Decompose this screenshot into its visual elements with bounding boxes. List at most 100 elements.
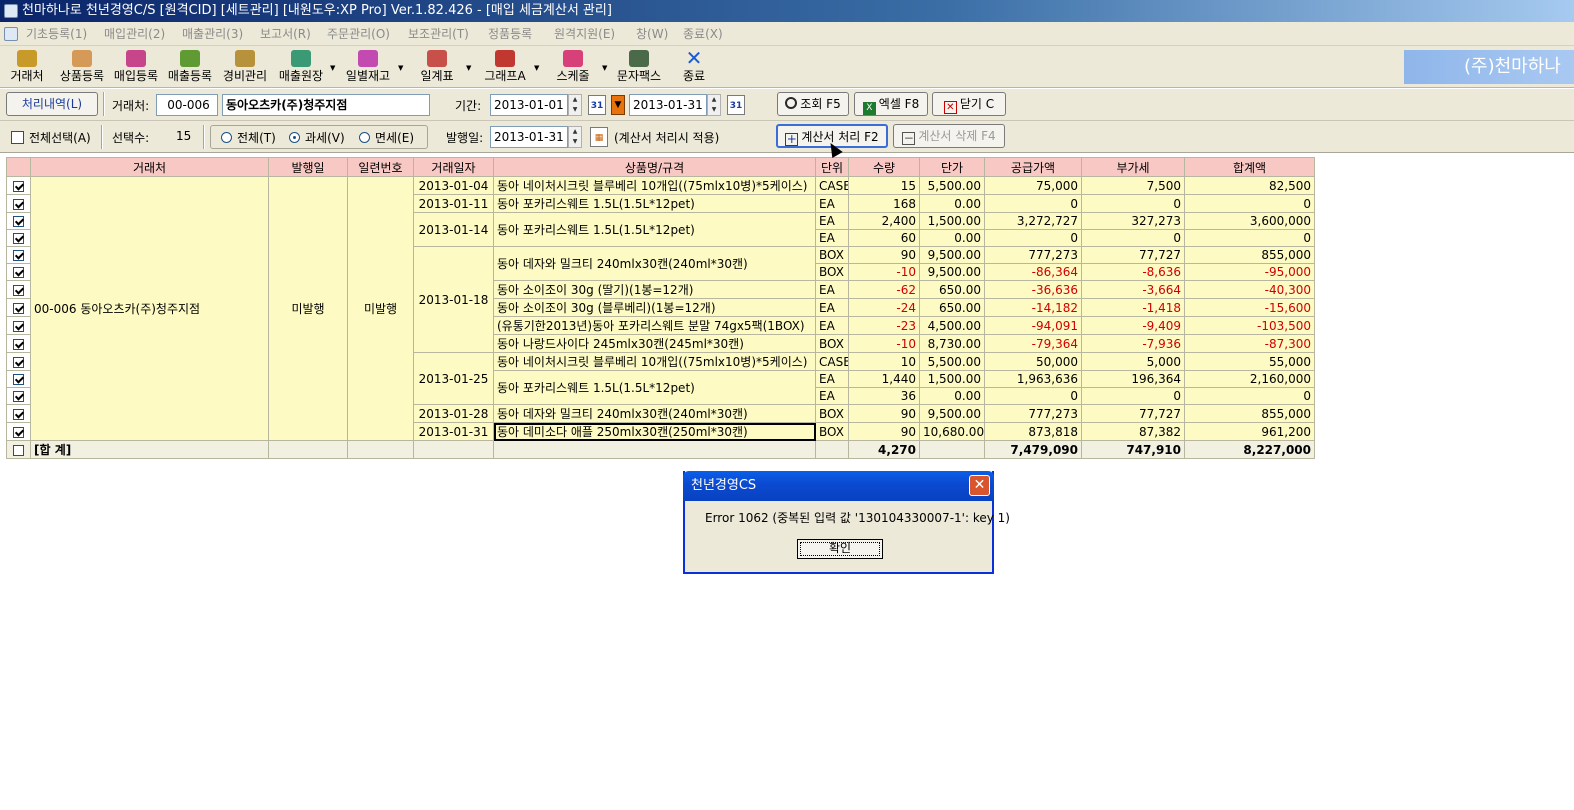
menu-item-remote[interactable]: 원격지원(E) (554, 22, 615, 46)
row-checkbox[interactable] (6, 194, 31, 213)
radio-all-label[interactable]: 전체(T) (237, 129, 276, 146)
history-button[interactable]: 처리내역(L) (6, 92, 98, 116)
column-header[interactable] (6, 157, 31, 177)
ok-button[interactable]: 확인 (797, 539, 883, 559)
checkbox-checked[interactable] (13, 374, 24, 385)
column-header[interactable]: 단가 (919, 157, 985, 177)
radio-taxable-label[interactable]: 과세(V) (305, 129, 345, 146)
menu-item-register[interactable]: 정품등록 (488, 22, 532, 46)
checkbox-checked[interactable] (13, 338, 24, 350)
row-checkbox[interactable] (6, 229, 31, 247)
menu-app-icon[interactable] (4, 27, 18, 41)
row-checkbox[interactable] (6, 422, 31, 441)
calendar-icon[interactable]: 31 (588, 95, 606, 115)
menu-item-window[interactable]: 창(W) (636, 22, 668, 46)
date-from-field[interactable]: 2013-01-01 (490, 94, 568, 116)
row-checkbox[interactable] (6, 298, 31, 317)
column-header[interactable]: 단위 (815, 157, 849, 177)
date-to-field[interactable]: 2013-01-31 (629, 94, 707, 116)
radio-exempt-label[interactable]: 면세(E) (375, 129, 414, 146)
vendor-code-field[interactable]: 00-006 (156, 94, 218, 116)
row-checkbox[interactable] (6, 440, 31, 459)
row-checkbox[interactable] (6, 387, 31, 405)
row-checkbox[interactable] (6, 246, 31, 264)
checkbox-checked[interactable] (13, 180, 24, 192)
checkbox-checked[interactable] (13, 267, 24, 278)
row-checkbox[interactable] (6, 263, 31, 281)
menu-item-sales[interactable]: 매출관리(3) (182, 22, 243, 46)
row-checkbox[interactable] (6, 352, 31, 371)
daily-stock-button[interactable]: 일별재고 (340, 48, 396, 86)
sales-ledger-dropdown-icon[interactable]: ▼ (330, 64, 335, 72)
search-button[interactable]: 조회 F5 (777, 92, 849, 116)
table-row[interactable]: 00-006 동아오츠카(주)청주지점 미발행 미발행 2013-01-04 동… (6, 176, 1315, 441)
menu-item-order[interactable]: 주문관리(O) (327, 22, 390, 46)
radio-taxable[interactable] (289, 132, 300, 143)
issue-date-field[interactable]: 2013-01-31 (490, 126, 568, 148)
column-header[interactable]: 상품명/규격 (493, 157, 816, 177)
checkbox-checked[interactable] (13, 216, 24, 227)
menu-item-basic[interactable]: 기초등록(1) (26, 22, 87, 46)
sms-fax-button[interactable]: 문자팩스 (612, 48, 666, 86)
daily-report-button[interactable]: 일계표 (410, 48, 464, 86)
graph-button[interactable]: 그래프A (478, 48, 532, 86)
close-button[interactable]: ✕ 닫기 C (932, 92, 1006, 116)
checkbox-unchecked[interactable] (13, 444, 24, 456)
checkbox-checked[interactable] (13, 356, 24, 368)
range-arrow-icon[interactable]: ▼ (611, 95, 625, 115)
vendor-button[interactable]: 거래처 (6, 48, 48, 86)
checkbox-checked[interactable] (13, 233, 24, 244)
schedule-button[interactable]: 스케줄 (546, 48, 600, 86)
issue-date-spinner[interactable]: ▲ ▼ (568, 126, 582, 148)
column-header[interactable]: 공급가액 (984, 157, 1082, 177)
sales-register-button[interactable]: 매출등록 (164, 48, 216, 86)
radio-exempt[interactable] (359, 132, 370, 143)
calendar-icon[interactable]: ▦ (590, 127, 608, 147)
purchase-register-button[interactable]: 매입등록 (110, 48, 162, 86)
date-from-spinner[interactable]: ▲ ▼ (568, 94, 582, 116)
row-checkbox[interactable] (6, 316, 31, 335)
product-cell-selected[interactable]: 동아 데미소다 애플 250mlx30캔(250ml*30캔) (493, 422, 816, 441)
column-header[interactable]: 합계액 (1184, 157, 1315, 177)
checkbox-checked[interactable] (13, 250, 24, 261)
select-all-label[interactable]: 전체선택(A) (29, 129, 91, 146)
sales-ledger-button[interactable]: 매출원장 (274, 48, 328, 86)
checkbox-checked[interactable] (13, 426, 24, 438)
column-header[interactable]: 거래일자 (413, 157, 494, 177)
column-header[interactable]: 발행일 (268, 157, 348, 177)
row-checkbox[interactable] (6, 280, 31, 299)
checkbox-checked[interactable] (13, 408, 24, 420)
row-checkbox[interactable] (6, 370, 31, 388)
checkbox-checked[interactable] (13, 302, 24, 314)
product-register-button[interactable]: 상품등록 (56, 48, 108, 86)
checkbox-checked[interactable] (13, 284, 24, 296)
date-to-spinner[interactable]: ▲ ▼ (707, 94, 721, 116)
daily-stock-dropdown-icon[interactable]: ▼ (398, 64, 403, 72)
column-header[interactable]: 부가세 (1081, 157, 1185, 177)
expense-button[interactable]: 경비관리 (218, 48, 272, 86)
row-checkbox[interactable] (6, 334, 31, 353)
menu-item-aux[interactable]: 보조관리(T) (408, 22, 469, 46)
calendar-icon[interactable]: 31 (727, 95, 745, 115)
row-checkbox[interactable] (6, 176, 31, 195)
row-checkbox[interactable] (6, 212, 31, 230)
graph-dropdown-icon[interactable]: ▼ (534, 64, 539, 72)
column-header[interactable]: 일련번호 (347, 157, 414, 177)
daily-report-dropdown-icon[interactable]: ▼ (466, 64, 471, 72)
checkbox-checked[interactable] (13, 198, 24, 210)
delete-invoice-button[interactable]: − 계산서 삭제 F4 (893, 124, 1005, 148)
menu-item-exit[interactable]: 종료(X) (683, 22, 723, 46)
select-all-checkbox[interactable] (11, 131, 24, 144)
row-checkbox[interactable] (6, 404, 31, 423)
column-header[interactable]: 수량 (848, 157, 920, 177)
radio-all[interactable] (221, 132, 232, 143)
close-icon[interactable]: ✕ (969, 475, 990, 496)
checkbox-checked[interactable] (13, 320, 24, 332)
schedule-dropdown-icon[interactable]: ▼ (602, 64, 607, 72)
exit-button[interactable]: ✕ 종료 (676, 48, 712, 86)
menu-item-report[interactable]: 보고서(R) (260, 22, 311, 46)
checkbox-checked[interactable] (13, 391, 24, 402)
excel-button[interactable]: X 엑셀 F8 (854, 92, 928, 116)
vendor-name-field[interactable]: 동아오츠카(주)청주지점 (222, 94, 430, 116)
menu-item-purchase[interactable]: 매입관리(2) (104, 22, 165, 46)
